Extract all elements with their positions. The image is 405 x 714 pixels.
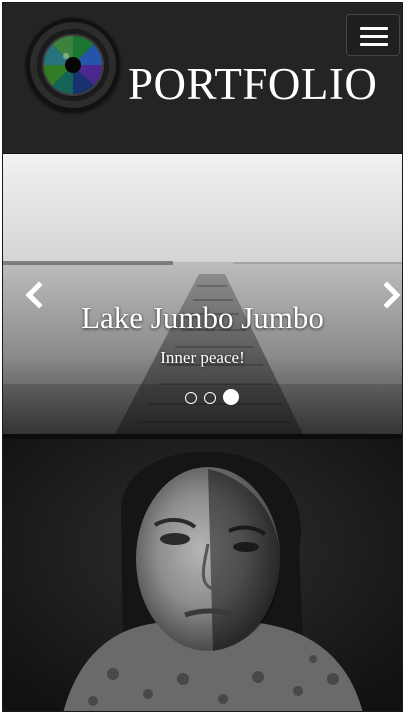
menu-bar xyxy=(360,43,388,46)
hamburger-menu-icon[interactable] xyxy=(346,14,400,56)
carousel-indicator-3[interactable] xyxy=(223,389,239,405)
camera-lens-icon[interactable] xyxy=(26,18,120,112)
menu-bar xyxy=(360,35,388,38)
menu-bar xyxy=(360,27,388,30)
slide-title: Lake Jumbo Jumbo xyxy=(81,300,324,335)
chevron-left-icon[interactable] xyxy=(19,280,49,310)
image-carousel[interactable]: Lake Jumbo Jumbo Inner peace! xyxy=(3,154,402,434)
chevron-right-icon[interactable] xyxy=(377,280,402,310)
carousel-indicator-2[interactable] xyxy=(204,392,216,404)
site-title[interactable]: PORTFOLIO xyxy=(128,55,377,113)
carousel-indicator-1[interactable] xyxy=(185,392,197,404)
pier-photo xyxy=(3,154,402,434)
portrait-photo[interactable] xyxy=(3,439,402,711)
site-header: PORTFOLIO xyxy=(3,3,402,154)
page-frame: PORTFOLIO Lake Jumbo Jumbo Inner peace! xyxy=(2,2,403,712)
slide-subtitle: Inner peace! xyxy=(160,348,245,367)
